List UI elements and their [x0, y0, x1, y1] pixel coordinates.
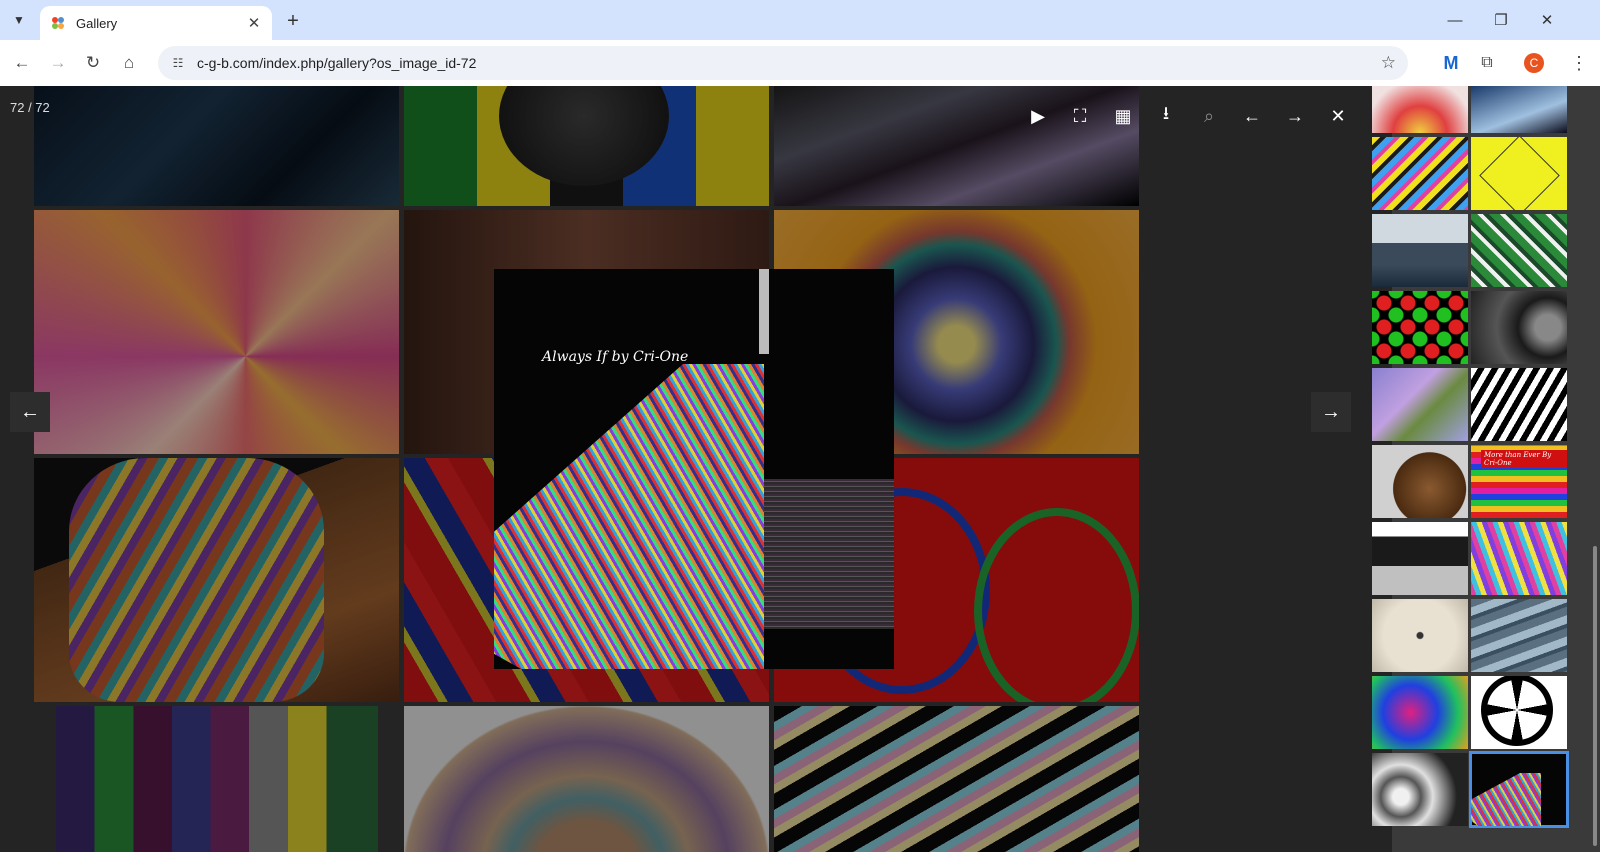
bookmark-star-icon[interactable]: ☆	[1381, 53, 1396, 73]
tab-search-chevron-icon[interactable]: ▼	[6, 8, 32, 32]
thumbnail[interactable]: More than Ever By Cri-One	[1471, 445, 1567, 518]
url-text[interactable]: c-g-b.com/index.php/gallery?os_image_id-…	[197, 55, 476, 71]
thumbnail[interactable]	[1471, 522, 1567, 595]
previous-arrow-icon[interactable]: ←	[1232, 96, 1272, 136]
next-arrow-icon[interactable]: →	[1275, 96, 1315, 136]
restore-window-icon[interactable]: ❐	[1478, 0, 1524, 40]
thumbnail[interactable]	[1471, 676, 1567, 749]
thumbnail[interactable]	[1372, 599, 1468, 672]
browser-toolbar: ← → ↻ ⌂ ☷ c-g-b.com/index.php/gallery?os…	[0, 40, 1600, 86]
thumbnail[interactable]	[1372, 137, 1468, 210]
thumbnail[interactable]	[1471, 86, 1567, 133]
main-image[interactable]: Always If by Cri-One	[494, 269, 894, 669]
gallery-tile[interactable]	[774, 706, 1139, 852]
gallery-tile[interactable]	[404, 706, 769, 852]
next-image-button[interactable]: →	[1311, 392, 1351, 432]
zoom-icon[interactable]: ⌕	[1189, 96, 1229, 136]
joomla-favicon-icon	[52, 17, 64, 29]
gallery-tile[interactable]	[34, 458, 399, 702]
close-icon[interactable]: ✕	[1318, 96, 1358, 136]
browser-tab[interactable]: Gallery ✕	[40, 6, 272, 40]
new-tab-button[interactable]: +	[282, 10, 304, 32]
thumbnails-grid-icon[interactable]: ▦	[1103, 96, 1143, 136]
address-bar[interactable]: ☷ c-g-b.com/index.php/gallery?os_image_i…	[158, 46, 1408, 80]
lightbox: 72 / 72 ▶ ⛶ ▦ ⭳ ⌕ ← → ✕ ← → Always If by…	[0, 86, 1600, 852]
image-caption: Always If by Cri-One	[542, 349, 689, 365]
tab-strip: ▼ Gallery ✕ + — ❐ ✕	[0, 0, 1600, 40]
thumbnail-scrollbar[interactable]	[1592, 86, 1598, 852]
gallery-tile[interactable]	[34, 86, 399, 206]
back-arrow-icon[interactable]: ←	[7, 48, 37, 78]
forward-arrow-icon[interactable]: →	[43, 48, 73, 78]
reload-icon[interactable]: ↻	[78, 48, 108, 78]
thumbnail[interactable]	[1471, 368, 1567, 441]
extensions-puzzle-icon[interactable]: ⧉	[1474, 50, 1500, 76]
thumbnail[interactable]	[1372, 214, 1468, 287]
thumbnail[interactable]	[1372, 522, 1468, 595]
thumbnail[interactable]	[1372, 753, 1468, 826]
thumbnail[interactable]	[1372, 676, 1468, 749]
thumbnail[interactable]	[1471, 214, 1567, 287]
tab-title: Gallery	[76, 15, 118, 31]
thumbnail-active[interactable]	[1469, 751, 1569, 828]
thumbnail[interactable]	[1471, 599, 1567, 672]
thumbnail[interactable]	[1372, 368, 1468, 441]
close-window-icon[interactable]: ✕	[1524, 0, 1570, 40]
gallery-tile[interactable]	[34, 210, 399, 454]
minimize-window-icon[interactable]: —	[1432, 0, 1478, 40]
thumbnail-label: More than Ever By Cri-One	[1481, 450, 1567, 468]
extension-m-icon[interactable]: M	[1438, 50, 1464, 76]
image-counter: 72 / 72	[10, 100, 50, 115]
profile-avatar[interactable]: C	[1524, 53, 1544, 73]
play-slideshow-icon[interactable]: ▶	[1018, 96, 1058, 136]
gallery-tile[interactable]	[404, 86, 769, 206]
site-info-icon[interactable]: ☷	[170, 55, 186, 71]
download-icon[interactable]: ⭳	[1146, 96, 1186, 136]
gallery-tile[interactable]	[56, 706, 378, 852]
prev-image-button[interactable]: ←	[10, 392, 50, 432]
thumbnail[interactable]	[1471, 137, 1567, 210]
thumbnail[interactable]	[1471, 291, 1567, 364]
thumbnail[interactable]	[1372, 86, 1468, 133]
thumbnail[interactable]	[1372, 445, 1468, 518]
thumbnail-strip: More than Ever By Cri-One	[1372, 86, 1600, 852]
home-icon[interactable]: ⌂	[114, 48, 144, 78]
thumbnail[interactable]	[1372, 291, 1468, 364]
close-tab-icon[interactable]: ✕	[244, 13, 264, 33]
browser-menu-icon[interactable]: ⋮	[1566, 50, 1592, 76]
fullscreen-icon[interactable]: ⛶	[1060, 96, 1100, 136]
